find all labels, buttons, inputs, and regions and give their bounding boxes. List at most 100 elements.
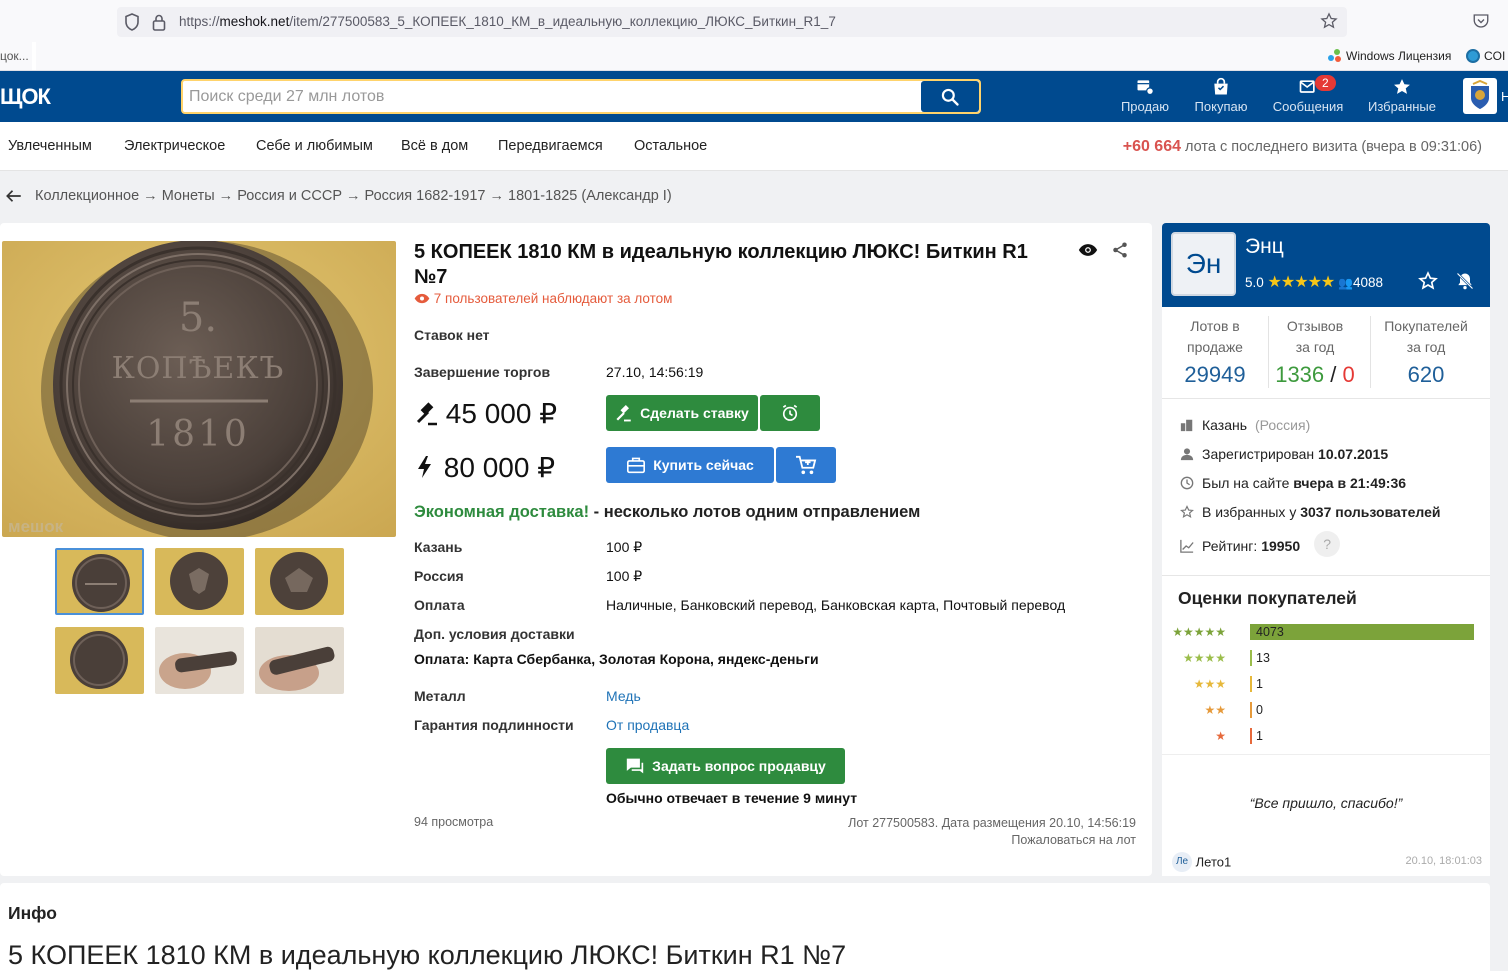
notifications-off-icon[interactable]	[1455, 271, 1475, 291]
bookmark-item[interactable]: цок...	[0, 49, 32, 63]
nav-label: Покупаю	[1194, 99, 1248, 114]
watermark-text: мешок	[8, 517, 64, 536]
coin-thumb-icon	[55, 627, 144, 694]
bookmark-windows[interactable]: Windows Лицензия	[1328, 49, 1451, 63]
thumbnail-5[interactable]	[155, 627, 244, 694]
negative-reviews: 0	[1342, 362, 1355, 387]
bookmark-coi[interactable]: COI	[1466, 49, 1505, 63]
seller-city: Казань	[1202, 417, 1248, 433]
address-bar[interactable]: https://meshok.net/item/277500583_5_КОПЕ…	[117, 7, 1347, 37]
seller-reviews-count: 4088	[1352, 275, 1384, 290]
buy-price-value: 80 000 ₽	[443, 452, 556, 483]
user-avatar[interactable]	[1463, 78, 1497, 114]
thumbnail-3[interactable]	[255, 548, 344, 615]
seller-stat-buyers[interactable]: Покупателей за год 620	[1372, 316, 1480, 388]
place-bid-button[interactable]: Сделать ставку	[606, 395, 758, 431]
review-footer: Ле Лето1 20.10, 18:01:03	[1172, 852, 1482, 872]
extra-delivery-label: Доп. условия доставки	[414, 626, 575, 642]
seller-stat-lots[interactable]: Лотов в продаже 29949	[1161, 316, 1269, 388]
category-item[interactable]: Увлеченным	[8, 138, 92, 154]
coin-thumb-icon	[255, 548, 344, 615]
url-path: /item/277500583_5_КОПЕЕК_1810_КМ_в_идеал…	[289, 14, 836, 29]
rating-row[interactable]: ★★★★★ 4073	[1168, 622, 1478, 642]
thumbnail-6[interactable]	[255, 627, 344, 694]
rating-row[interactable]: ★★★ 1	[1168, 674, 1478, 694]
nav-buying[interactable]: Покупаю	[1192, 77, 1250, 117]
search-button[interactable]	[921, 81, 979, 112]
buy-now-button[interactable]: Купить сейчас	[606, 447, 774, 483]
category-item[interactable]: Остальное	[634, 138, 707, 154]
report-link[interactable]: Пожаловаться на лот	[848, 832, 1136, 849]
globe-icon	[1466, 49, 1480, 63]
url-text[interactable]: https://meshok.net/item/277500583_5_КОПЕ…	[179, 14, 836, 29]
breadcrumb[interactable]: Коллекционное → Монеты → Россия и СССР →…	[35, 188, 672, 204]
rating-row[interactable]: ★★ 0	[1168, 700, 1478, 720]
rating-row[interactable]: ★★★★ 13	[1168, 648, 1478, 668]
bookmark-separator	[32, 42, 36, 70]
rating-bar: 1	[1250, 728, 1263, 744]
seller-rating-value: 5.0	[1245, 275, 1264, 290]
chat-icon	[626, 758, 644, 774]
delivery-label: Казань	[414, 539, 463, 555]
add-to-cart-button[interactable]	[776, 447, 836, 483]
lot-main-photo[interactable]: 5. КОПѢЕКЪ 1810 мешок	[2, 241, 396, 537]
category-item[interactable]: Всё в дом	[401, 138, 468, 154]
metal-value[interactable]: Медь	[606, 688, 641, 704]
stat-value: 1336 / 0	[1261, 362, 1369, 388]
thumbnail-1[interactable]	[55, 548, 144, 615]
delivery-label: Россия	[414, 568, 464, 584]
cart-plus-icon	[796, 455, 817, 475]
coin-word: КОПѢЕКЪ	[112, 351, 285, 386]
new-lots-since-visit[interactable]: +60 664 лота с последнего визита (вчера …	[1123, 138, 1482, 156]
info-title: 5 КОПЕЕК 1810 КМ в идеальную коллекцию Л…	[8, 940, 847, 970]
eye-icon[interactable]	[1078, 242, 1098, 258]
guarantee-label: Гарантия подлинности	[414, 717, 574, 733]
five-stars-icon: ★★★★★	[1267, 274, 1336, 291]
review-date: 20.10, 18:01:03	[1405, 855, 1482, 867]
share-icon[interactable]	[1111, 241, 1129, 259]
search-input[interactable]	[189, 81, 919, 112]
user-name-initial[interactable]: Н	[1501, 89, 1508, 104]
lock-icon[interactable]	[152, 13, 166, 31]
ask-seller-button[interactable]: Задать вопрос продавцу	[606, 748, 845, 784]
economy-delivery: Экономная доставка! - несколько лотов од…	[414, 503, 920, 522]
last-seen-value: вчера в 21:49:36	[1293, 475, 1407, 491]
economy-delivery-text: - несколько лотов одним отправлением	[589, 503, 921, 521]
seller-stat-reviews[interactable]: Отзывов за год 1336 / 0	[1261, 316, 1369, 388]
thumbnail-2[interactable]	[155, 548, 244, 615]
buyer-ratings-title: Оценки покупателей	[1178, 588, 1357, 608]
shield-icon[interactable]	[124, 13, 140, 31]
help-button[interactable]: ?	[1314, 531, 1341, 557]
site-logo[interactable]: ЩОК	[0, 84, 51, 110]
bookmark-star-icon[interactable]	[1320, 12, 1338, 30]
reviews-separator: /	[1330, 362, 1337, 387]
nav-favorites[interactable]: Избранные	[1365, 77, 1439, 117]
favorite-star-icon[interactable]	[1418, 271, 1438, 291]
guarantee-value[interactable]: От продавца	[606, 717, 689, 733]
thumbnail-4[interactable]	[55, 627, 144, 694]
category-item[interactable]: Себе и любимым	[256, 138, 373, 154]
reminder-button[interactable]	[760, 395, 820, 431]
last-seen-label: Был на сайте	[1202, 475, 1290, 491]
seller-avatar[interactable]: Эн	[1171, 232, 1236, 296]
seller-favorited: В избранных у 3037 пользователей	[1180, 504, 1441, 520]
divider	[1162, 398, 1490, 399]
rating-row[interactable]: ★ 1	[1168, 726, 1478, 746]
category-item[interactable]: Электрическое	[124, 138, 225, 154]
seller-name[interactable]: Энц	[1245, 235, 1284, 259]
shopping-bag-icon	[1214, 77, 1228, 95]
url-host: meshok.net	[219, 14, 290, 29]
reviewer-name[interactable]: Лето1	[1196, 855, 1232, 870]
pocket-icon[interactable]	[1472, 12, 1490, 30]
watchers-info[interactable]: 7 пользователей наблюдают за лотом	[414, 291, 672, 306]
divider	[1370, 316, 1371, 388]
metal-label: Металл	[414, 688, 466, 704]
coin-edge-thumb-icon	[155, 627, 244, 694]
category-item[interactable]: Передвигаемся	[498, 138, 603, 154]
latest-review-text: “Все пришло, спасибо!”	[1249, 795, 1403, 811]
gavel-icon	[416, 402, 437, 426]
nav-selling[interactable]: Продаю	[1120, 77, 1170, 117]
coat-of-arms-icon	[1471, 79, 1489, 109]
economy-delivery-highlight: Экономная доставка!	[414, 503, 590, 521]
back-arrow-icon[interactable]	[5, 187, 23, 205]
